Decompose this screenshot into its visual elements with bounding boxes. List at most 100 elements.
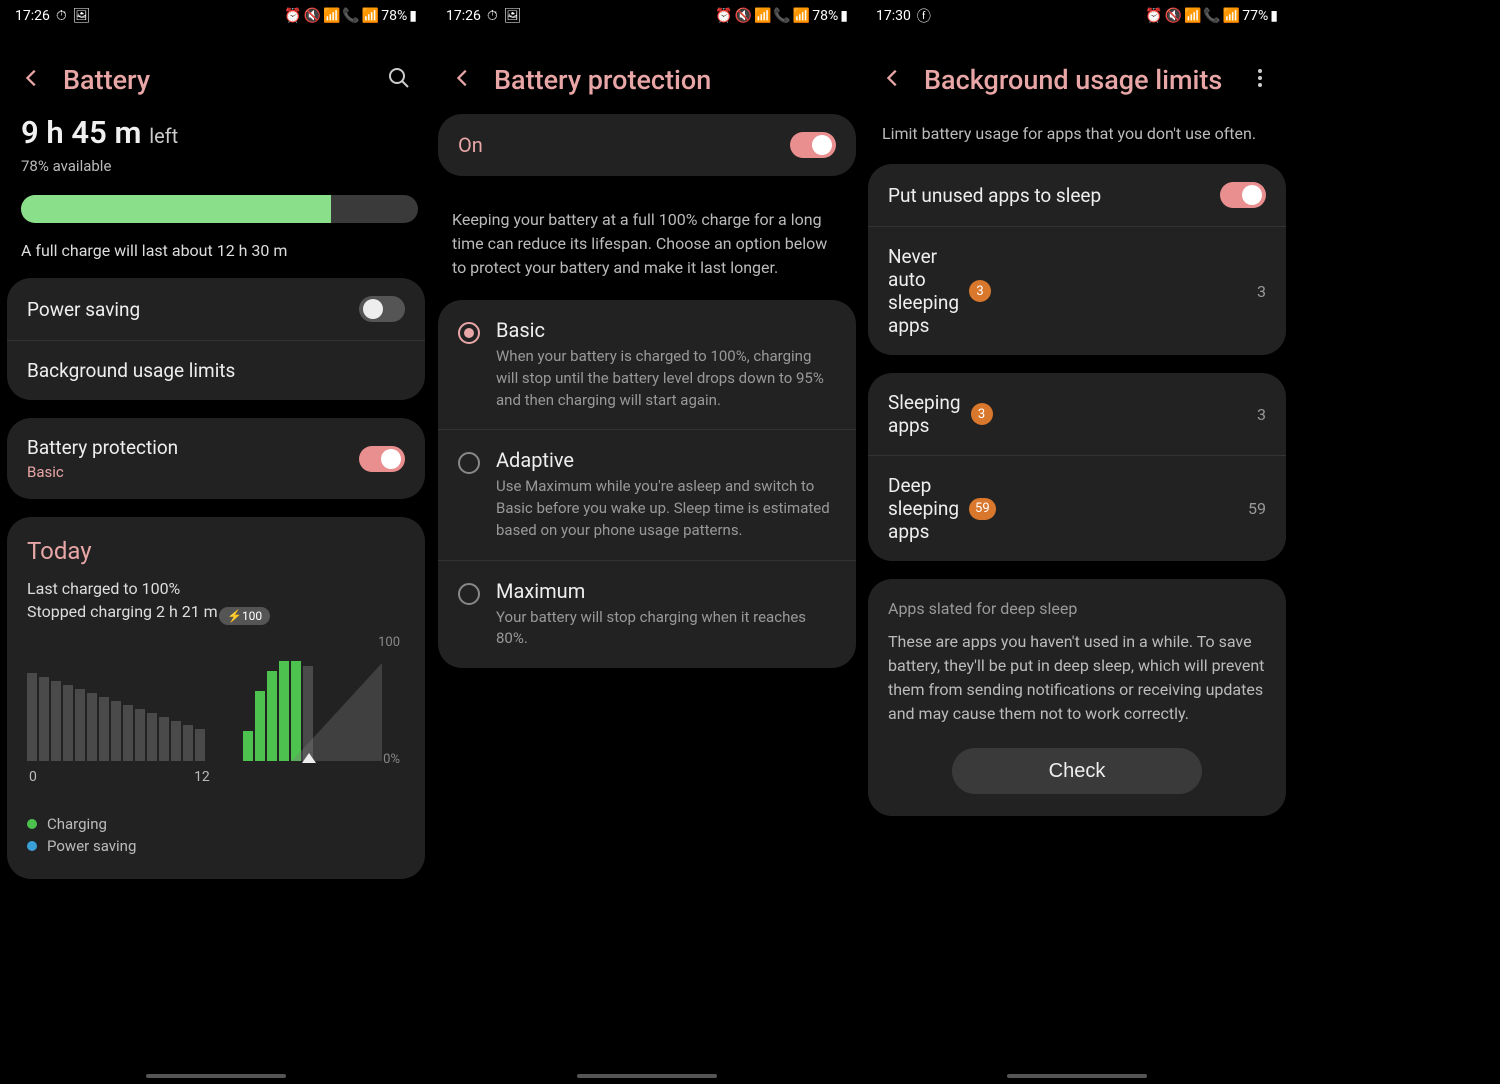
home-indicator[interactable] [146, 1074, 286, 1078]
battery-protection-sub: Basic [27, 463, 359, 481]
back-icon[interactable] [882, 67, 904, 93]
bg-card-2: Sleeping apps 3 3 Deep sleeping apps 59 … [868, 373, 1286, 561]
battery-progress [21, 195, 418, 223]
screen-bg-usage-limits: 17:30 ⓕ ⏰ 🔇 📶 📞 📶 77% ▮ Background usage… [862, 0, 1292, 1084]
battery-protection-row[interactable]: Battery protection Basic [7, 418, 425, 499]
slated-desc: These are apps you haven't used in a whi… [868, 630, 1286, 748]
screen-battery: 17:26 ⏱ 🖼 ⏰ 🔇 📶 📞 📶 78% ▮ Battery 9 h 45… [1, 0, 431, 1084]
home-indicator[interactable] [1007, 1074, 1147, 1078]
battery-progress-fill [21, 195, 331, 223]
header: Background usage limits [862, 32, 1292, 114]
sleeping-row[interactable]: Sleeping apps 3 3 [868, 373, 1286, 455]
never-auto-badge: 3 [969, 280, 991, 302]
check-button[interactable]: Check [952, 748, 1202, 794]
radio-adaptive[interactable] [458, 452, 480, 474]
legend-charging: Charging [27, 815, 405, 833]
status-battery-pct: 77% [1242, 8, 1268, 24]
sleeping-count: 3 [1245, 405, 1266, 424]
x-axis: 0 12 [27, 761, 367, 785]
battery-protection-toggle[interactable] [359, 446, 405, 472]
bg-card-1: Put unused apps to sleep Never auto slee… [868, 164, 1286, 355]
deep-sleeping-row[interactable]: Deep sleeping apps 59 59 [868, 455, 1286, 561]
radio-maximum[interactable] [458, 583, 480, 605]
mute-icon: 🔇 [1165, 8, 1182, 24]
power-saving-row[interactable]: Power saving [7, 278, 425, 340]
today-title: Today [7, 517, 425, 577]
clock-icon: ⏰ [1145, 8, 1162, 24]
sleeping-label: Sleeping apps [888, 391, 961, 437]
chart-bar [111, 701, 121, 761]
status-bar: 17:26 ⏱ 🖼 ⏰ 🔇 📶 📞 📶 78% ▮ [432, 0, 862, 32]
status-time: 17:26 [15, 8, 50, 24]
clock-icon: ⏰ [284, 8, 301, 24]
charge-badge: ⚡100 [219, 607, 270, 625]
home-indicator[interactable] [577, 1074, 717, 1078]
status-battery-pct: 78% [381, 8, 407, 24]
header: Battery [1, 32, 431, 114]
option-maximum-row[interactable]: Maximum Your battery will stop charging … [438, 560, 856, 669]
slated-title: Apps slated for deep sleep [868, 579, 1286, 630]
battery-icon: ▮ [1270, 8, 1278, 24]
today-line2: Stopped charging 2 h 21 m ago [7, 600, 425, 623]
put-sleep-row[interactable]: Put unused apps to sleep [868, 164, 1286, 226]
full-charge-estimate: A full charge will last about 12 h 30 m [21, 241, 411, 260]
facebook-icon: ⓕ [917, 6, 931, 26]
page-title: Background usage limits [924, 64, 1228, 96]
option-basic-desc: When your battery is charged to 100%, ch… [496, 346, 832, 411]
image-icon: 🖼 [504, 8, 522, 24]
option-basic-row[interactable]: Basic When your battery is charged to 10… [438, 300, 856, 429]
option-adaptive-row[interactable]: Adaptive Use Maximum while you're asleep… [438, 429, 856, 559]
header: Battery protection [432, 32, 862, 114]
chart-bar [99, 697, 109, 761]
back-icon[interactable] [452, 67, 474, 93]
protection-on-row[interactable]: On [438, 114, 856, 176]
chart-bar [123, 705, 133, 761]
intro-text: Limit battery usage for apps that you do… [862, 114, 1292, 164]
availability-text: 78% available [21, 157, 411, 175]
put-sleep-label: Put unused apps to sleep [888, 184, 1220, 207]
more-icon[interactable] [1248, 66, 1272, 94]
x-axis-0: 0 [29, 769, 37, 785]
signal-icon: 📶 [793, 8, 810, 24]
power-saving-toggle[interactable] [359, 296, 405, 322]
status-battery-pct: 78% [812, 8, 838, 24]
chart-bar [27, 673, 37, 761]
bg-usage-limits-row[interactable]: Background usage limits [7, 340, 425, 400]
x-axis-12: 12 [194, 769, 210, 785]
chart-bar [39, 677, 49, 761]
wifi-icon: 📶 [323, 8, 340, 24]
time-remaining-value: 9 h 45 m [21, 114, 141, 151]
today-card[interactable]: Today Last charged to 100% Stopped charg… [7, 517, 425, 879]
alarm-icon: ⏱ [487, 8, 498, 24]
search-icon[interactable] [387, 66, 411, 94]
signal-icon: 📶 [362, 8, 379, 24]
put-sleep-toggle[interactable] [1220, 182, 1266, 208]
chart-bar [195, 729, 205, 761]
y-axis-100: 100 [378, 635, 400, 650]
chart-bar [87, 693, 97, 761]
chart-bar [279, 661, 289, 761]
protection-options-card: Basic When your battery is charged to 10… [438, 300, 856, 668]
deep-sleeping-label: Deep sleeping apps [888, 474, 959, 543]
back-icon[interactable] [21, 67, 43, 93]
chart-bar [171, 721, 181, 761]
today-line1: Last charged to 100% [7, 577, 425, 600]
screen-battery-protection: 17:26 ⏱ 🖼 ⏰ 🔇 📶 📞 📶 78% ▮ Battery protec… [432, 0, 862, 1084]
never-auto-row[interactable]: Never auto sleeping apps 3 3 [868, 226, 1286, 355]
mute-icon: 🔇 [304, 8, 321, 24]
chart-bar [147, 713, 157, 761]
protection-toggle[interactable] [790, 132, 836, 158]
protection-on-label: On [458, 133, 790, 157]
sleeping-badge: 3 [971, 403, 993, 425]
chart-bar [63, 685, 73, 761]
battery-icon: ▮ [840, 8, 848, 24]
call-icon: 📞 [342, 8, 359, 24]
clock-icon: ⏰ [715, 8, 732, 24]
time-remaining: 9 h 45 m left [21, 114, 411, 151]
y-axis-0: 0% [383, 752, 400, 767]
battery-icon: ▮ [409, 8, 417, 24]
chart-bars [27, 661, 313, 761]
radio-basic[interactable] [458, 322, 480, 344]
option-adaptive-title: Adaptive [496, 448, 832, 472]
projection-area [292, 663, 382, 761]
